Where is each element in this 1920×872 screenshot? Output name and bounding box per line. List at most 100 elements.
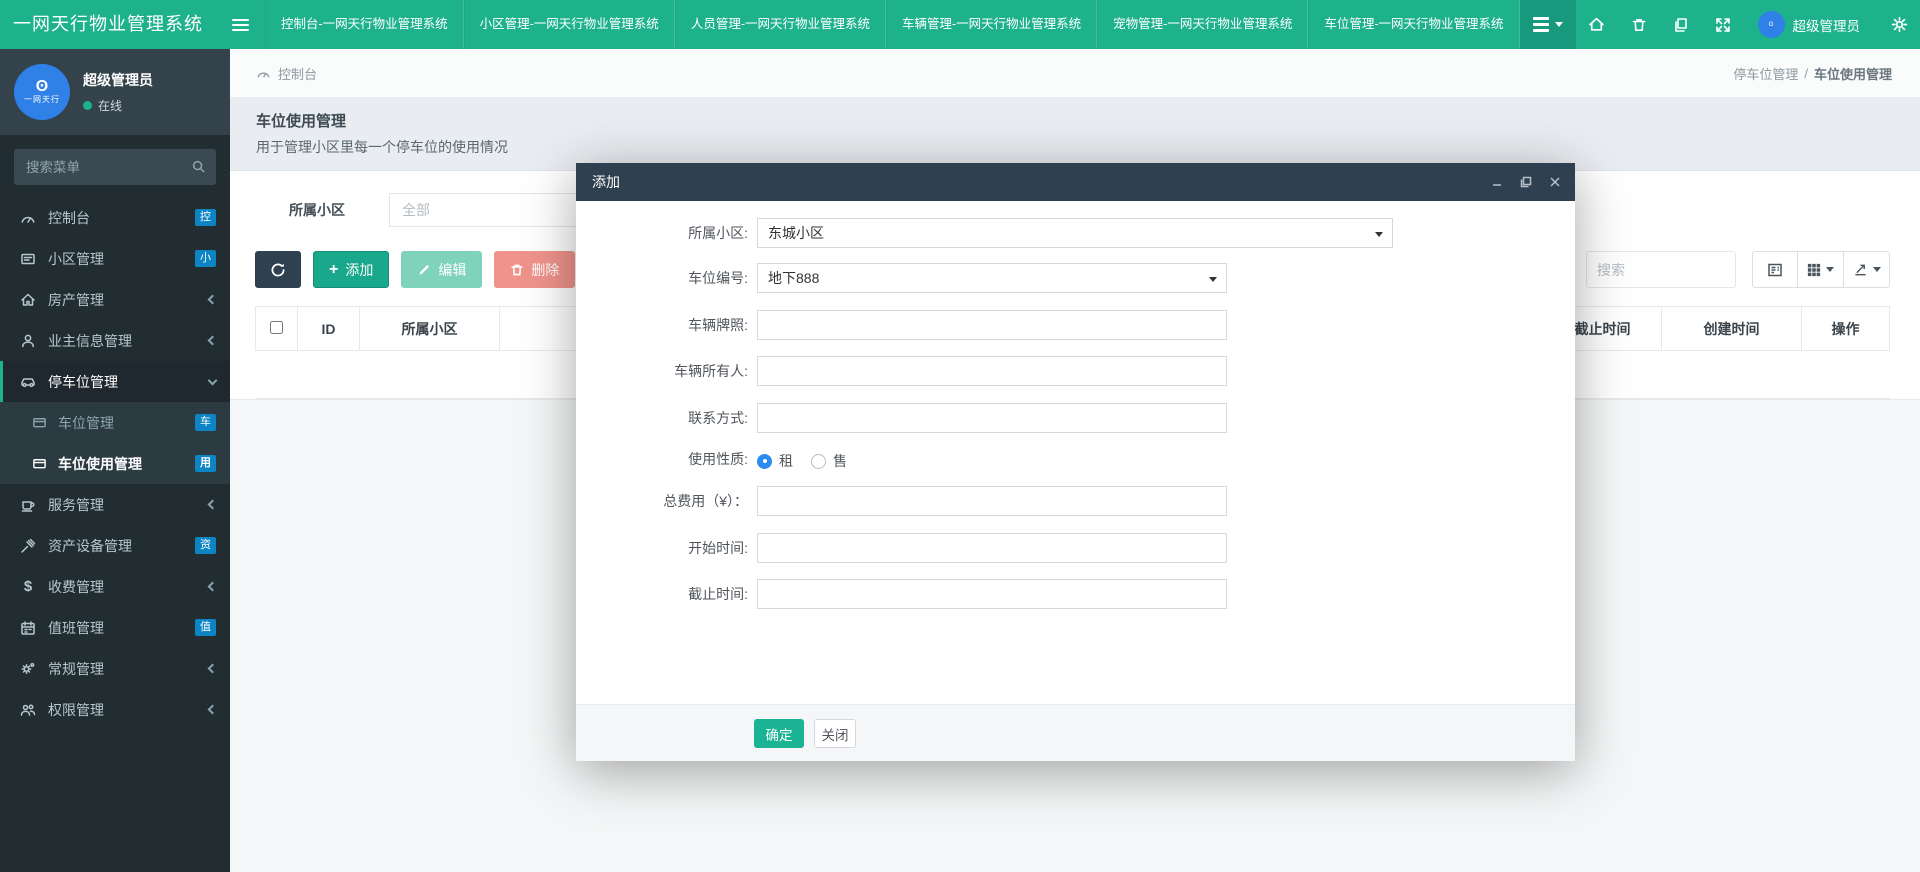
- dialog-title: 添加: [592, 172, 620, 192]
- list-detail-icon: [1767, 262, 1783, 278]
- plate-input[interactable]: [757, 310, 1227, 340]
- end-time-input[interactable]: [757, 579, 1227, 609]
- caret-down-icon: [1375, 232, 1383, 237]
- radio-rent[interactable]: 租: [757, 451, 793, 471]
- home-icon[interactable]: [1576, 0, 1618, 49]
- close-icon[interactable]: [1549, 176, 1561, 188]
- sidebar-item-general[interactable]: 常规管理: [0, 648, 230, 689]
- col-community: 所属小区: [360, 307, 500, 351]
- menu-search-input[interactable]: [14, 149, 216, 185]
- users-icon: [18, 702, 38, 718]
- dialog-header[interactable]: 添加: [576, 163, 1575, 201]
- tab-console[interactable]: 控制台-一网天行物业管理系统: [265, 0, 464, 49]
- chevron-left-icon: [208, 664, 218, 674]
- gavel-icon: [18, 538, 38, 554]
- owner-input[interactable]: [757, 356, 1227, 386]
- community-select[interactable]: 东城小区: [757, 218, 1393, 248]
- chevron-down-icon: [208, 375, 218, 385]
- export-button[interactable]: [1844, 251, 1890, 288]
- minimize-icon[interactable]: [1491, 176, 1503, 188]
- chevron-left-icon: [208, 582, 218, 592]
- add-button[interactable]: + 添加: [313, 251, 389, 288]
- sidebar-item-community[interactable]: 小区管理 小: [0, 238, 230, 279]
- start-time-input[interactable]: [757, 533, 1227, 563]
- add-dialog: 添加 所属小区: 东城小区 车位编号: 地下888 车辆牌照: 车辆所: [576, 163, 1575, 761]
- total-fee-label: 总费用（¥）：: [576, 486, 748, 516]
- sidebar-item-parking-usage[interactable]: 车位使用管理 用: [0, 443, 230, 484]
- total-fee-input[interactable]: [757, 486, 1227, 516]
- chevron-left-icon: [208, 295, 218, 305]
- contact-input[interactable]: [757, 403, 1227, 433]
- trash-icon[interactable]: [1618, 0, 1660, 49]
- usage-type-label: 使用性质:: [576, 446, 748, 472]
- community-label: 所属小区:: [576, 218, 748, 248]
- profile-name: 超级管理员: [83, 70, 153, 90]
- sidebar-item-service[interactable]: 服务管理: [0, 484, 230, 525]
- breadcrumb-console[interactable]: 控制台: [278, 64, 317, 83]
- sidebar-search: [14, 149, 216, 185]
- spot-number-label: 车位编号:: [576, 263, 748, 293]
- detail-view-button[interactable]: [1752, 251, 1798, 288]
- settings-gear-icon[interactable]: [1878, 0, 1920, 49]
- grid-icon: [1807, 263, 1821, 277]
- refresh-button[interactable]: [255, 251, 301, 288]
- badge: 车: [195, 414, 216, 431]
- select-all-checkbox[interactable]: [270, 321, 283, 334]
- sidebar-item-permissions[interactable]: 权限管理: [0, 689, 230, 730]
- user-avatar[interactable]: ʘ: [1758, 11, 1785, 38]
- sidebar-toggle-icon[interactable]: [216, 0, 265, 49]
- badge: 用: [195, 455, 216, 472]
- cogs-icon: [18, 661, 38, 677]
- profile-avatar[interactable]: ʘ 一网天行: [14, 64, 70, 120]
- radio-sell[interactable]: 售: [811, 451, 847, 471]
- card-icon: [30, 456, 48, 471]
- col-actions: 操作: [1802, 307, 1890, 351]
- breadcrumb-parent[interactable]: 停车位管理: [1733, 64, 1798, 83]
- parking-submenu: 车位管理 车 车位使用管理 用: [0, 402, 230, 484]
- sidebar-item-parking[interactable]: 停车位管理: [0, 361, 230, 402]
- logo-mark-icon: ʘ: [36, 80, 48, 94]
- edit-button[interactable]: 编辑: [401, 251, 482, 288]
- columns-button[interactable]: [1798, 251, 1844, 288]
- sidebar-item-property[interactable]: 房产管理: [0, 279, 230, 320]
- chevron-left-icon: [208, 336, 218, 346]
- gauge-icon: [256, 66, 271, 81]
- house-icon: [18, 292, 38, 308]
- chevron-left-icon: [208, 500, 218, 510]
- close-button[interactable]: 关闭: [814, 719, 856, 748]
- spot-number-select[interactable]: 地下888: [757, 263, 1227, 293]
- tab-community[interactable]: 小区管理-一网天行物业管理系统: [464, 0, 675, 49]
- maximize-icon[interactable]: [1520, 176, 1532, 188]
- page-heading: 车位使用管理 用于管理小区里每一个停车位的使用情况: [230, 97, 1920, 171]
- card-icon: [30, 415, 48, 430]
- username-label[interactable]: 超级管理员: [1793, 15, 1861, 35]
- topbar-right: ʘ 超级管理员: [1520, 0, 1920, 49]
- topbar: 一网天行物业管理系统 控制台-一网天行物业管理系统 小区管理-一网天行物业管理系…: [0, 0, 1920, 49]
- confirm-button[interactable]: 确定: [754, 719, 804, 748]
- table-search-input[interactable]: [1586, 251, 1736, 288]
- sidebar-item-parking-spaces[interactable]: 车位管理 车: [0, 402, 230, 443]
- copy-icon[interactable]: [1660, 0, 1702, 49]
- sidebar-item-fees[interactable]: $ 收费管理: [0, 566, 230, 607]
- tab-vehicle[interactable]: 车辆管理-一网天行物业管理系统: [886, 0, 1097, 49]
- tab-personnel[interactable]: 人员管理-一网天行物业管理系统: [675, 0, 886, 49]
- view-button-group: [1752, 251, 1890, 288]
- tab-parking[interactable]: 车位管理-一网天行物业管理系统: [1308, 0, 1519, 49]
- sidebar-item-duty[interactable]: 值班管理 值: [0, 607, 230, 648]
- plate-label: 车辆牌照:: [576, 310, 748, 340]
- search-icon[interactable]: [191, 159, 206, 174]
- user-icon: [18, 333, 38, 349]
- delete-button[interactable]: 删除: [494, 251, 575, 288]
- sidebar: ʘ 一网天行 超级管理员 在线 控制台 控 小区管理 小 房产管: [0, 49, 230, 872]
- sidebar-item-owner-info[interactable]: 业主信息管理: [0, 320, 230, 361]
- sidebar-item-dashboard[interactable]: 控制台 控: [0, 197, 230, 238]
- sidebar-item-assets[interactable]: 资产设备管理 资: [0, 525, 230, 566]
- breadcrumb-separator: /: [1804, 66, 1808, 81]
- badge: 资: [195, 537, 216, 554]
- contact-label: 联系方式:: [576, 403, 748, 433]
- tabs-menu-toggle[interactable]: [1520, 0, 1576, 49]
- tab-pet[interactable]: 宠物管理-一网天行物业管理系统: [1097, 0, 1308, 49]
- fullscreen-icon[interactable]: [1702, 0, 1744, 49]
- col-id: ID: [298, 307, 360, 351]
- dialog-body: 所属小区: 东城小区 车位编号: 地下888 车辆牌照: 车辆所有人: 联系方式…: [576, 201, 1575, 704]
